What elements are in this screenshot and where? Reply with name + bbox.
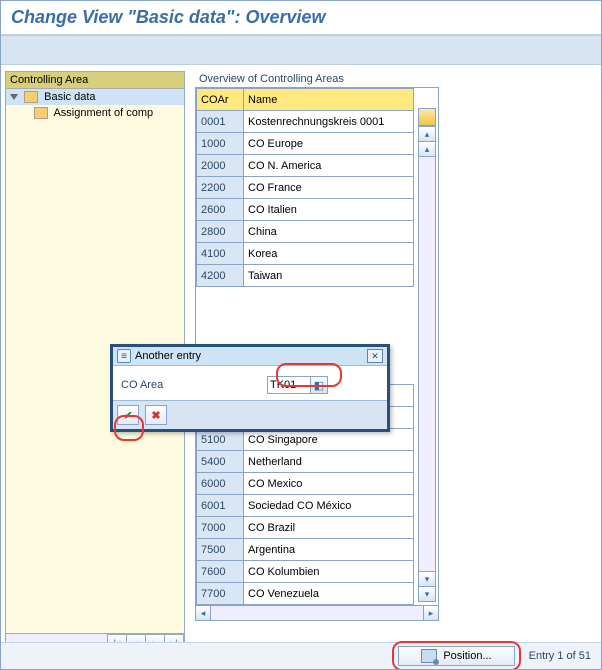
status-bar: Position... Entry 1 of 51 bbox=[1, 642, 601, 669]
cell-name[interactable]: Netherland bbox=[244, 451, 414, 473]
value-help-icon[interactable]: ◧ bbox=[310, 377, 327, 393]
co-area-input[interactable] bbox=[268, 378, 310, 392]
cell-name[interactable]: CO Europe bbox=[244, 133, 414, 155]
table-row[interactable]: 5400Netherland bbox=[197, 451, 414, 473]
cell-code[interactable]: 1000 bbox=[197, 133, 244, 155]
tree-node-label: Assignment of comp bbox=[53, 107, 153, 119]
scroll-down-button[interactable]: ▾ bbox=[419, 571, 435, 586]
cell-code[interactable]: 7500 bbox=[197, 539, 244, 561]
tree-node-assignment[interactable]: Assignment of comp bbox=[6, 105, 184, 121]
tree-node-basic-data[interactable]: Basic data bbox=[6, 89, 184, 105]
position-button-label: Position... bbox=[443, 650, 491, 662]
list-caption: Overview of Controlling Areas bbox=[195, 71, 439, 87]
table-row[interactable]: 7000CO Brazil bbox=[197, 517, 414, 539]
dialog-menu-icon[interactable]: ≡ bbox=[117, 349, 131, 363]
cell-code[interactable]: 2800 bbox=[197, 221, 244, 243]
scroll-right-button[interactable]: ▸ bbox=[423, 606, 438, 620]
page-title: Change View "Basic data": Overview bbox=[1, 1, 601, 35]
table-row[interactable]: 4200Taiwan bbox=[197, 265, 414, 287]
scroll-down-button[interactable]: ▾ bbox=[419, 586, 435, 601]
cross-icon: ✖ bbox=[151, 409, 160, 422]
entry-counter: Entry 1 of 51 bbox=[529, 650, 591, 662]
table-row[interactable]: 7700CO Venezuela bbox=[197, 583, 414, 605]
cell-code[interactable]: 7600 bbox=[197, 561, 244, 583]
cell-name[interactable]: Sociedad CO México bbox=[244, 495, 414, 517]
cell-name[interactable]: CO Brazil bbox=[244, 517, 414, 539]
cell-code[interactable]: 2600 bbox=[197, 199, 244, 221]
cell-name[interactable]: Taiwan bbox=[244, 265, 414, 287]
column-header-name[interactable]: Name bbox=[244, 89, 414, 111]
co-area-field-wrapper: ◧ bbox=[267, 376, 328, 394]
cell-name[interactable]: CO Venezuela bbox=[244, 583, 414, 605]
table-row[interactable]: 4100Korea bbox=[197, 243, 414, 265]
cell-name[interactable]: China bbox=[244, 221, 414, 243]
table-row[interactable]: 0001Kostenrechnungskreis 0001 bbox=[197, 111, 414, 133]
table-row[interactable]: 7600CO Kolumbien bbox=[197, 561, 414, 583]
cell-code[interactable]: 6000 bbox=[197, 473, 244, 495]
position-icon bbox=[421, 649, 437, 663]
checkmark-icon: ✔ bbox=[123, 409, 132, 422]
cell-name[interactable]: Kostenrechnungskreis 0001 bbox=[244, 111, 414, 133]
application-toolbar bbox=[1, 35, 601, 65]
cancel-button[interactable]: ✖ bbox=[145, 405, 167, 425]
cell-code[interactable]: 4100 bbox=[197, 243, 244, 265]
cell-code[interactable]: 4200 bbox=[197, 265, 244, 287]
cell-code[interactable]: 6001 bbox=[197, 495, 244, 517]
table-row[interactable]: 7500Argentina bbox=[197, 539, 414, 561]
cell-name[interactable]: CO Mexico bbox=[244, 473, 414, 495]
cell-name[interactable]: Argentina bbox=[244, 539, 414, 561]
vertical-scrollbar[interactable]: ▴ ▴ ▾ ▾ bbox=[418, 126, 436, 602]
table-row[interactable]: 6000CO Mexico bbox=[197, 473, 414, 495]
dialog-title: Another entry bbox=[135, 350, 201, 362]
tree-node-label: Basic data bbox=[44, 91, 95, 103]
column-header-code[interactable]: COAr bbox=[197, 89, 244, 111]
cell-code[interactable]: 7000 bbox=[197, 517, 244, 539]
column-config-button[interactable] bbox=[418, 108, 436, 126]
table-row[interactable]: 1000CO Europe bbox=[197, 133, 414, 155]
expand-icon[interactable] bbox=[10, 94, 18, 100]
close-icon[interactable]: ✕ bbox=[367, 349, 383, 363]
dialog-titlebar: ≡ Another entry ✕ bbox=[113, 347, 387, 366]
cell-code[interactable]: 0001 bbox=[197, 111, 244, 133]
cell-name[interactable]: CO N. America bbox=[244, 155, 414, 177]
cell-name[interactable]: CO Kolumbien bbox=[244, 561, 414, 583]
scroll-up-button[interactable]: ▴ bbox=[419, 127, 435, 142]
table-row[interactable]: 6001Sociedad CO México bbox=[197, 495, 414, 517]
confirm-button[interactable]: ✔ bbox=[117, 405, 139, 425]
cell-name[interactable]: Korea bbox=[244, 243, 414, 265]
folder-icon bbox=[34, 107, 48, 119]
scroll-up-button[interactable]: ▴ bbox=[419, 142, 435, 157]
table-header-row: COAr Name bbox=[197, 89, 414, 111]
cell-code[interactable]: 2000 bbox=[197, 155, 244, 177]
tree-header: Controlling Area bbox=[6, 72, 184, 89]
cell-code[interactable]: 7700 bbox=[197, 583, 244, 605]
dialog-footer: ✔ ✖ bbox=[113, 400, 387, 429]
co-area-label: CO Area bbox=[121, 379, 261, 391]
cell-code[interactable]: 2200 bbox=[197, 177, 244, 199]
table-row[interactable]: 2000CO N. America bbox=[197, 155, 414, 177]
cell-name[interactable]: CO France bbox=[244, 177, 414, 199]
cell-code[interactable]: 5400 bbox=[197, 451, 244, 473]
position-button[interactable]: Position... bbox=[398, 646, 514, 666]
another-entry-dialog: ≡ Another entry ✕ CO Area ◧ ✔ bbox=[110, 344, 390, 432]
scroll-left-button[interactable]: ◂ bbox=[196, 606, 211, 620]
table-row[interactable]: 2600CO Italien bbox=[197, 199, 414, 221]
cell-name[interactable]: CO Italien bbox=[244, 199, 414, 221]
horizontal-scrollbar[interactable]: ◂ ▸ bbox=[196, 605, 438, 620]
table-row[interactable]: 2200CO France bbox=[197, 177, 414, 199]
folder-open-icon bbox=[24, 91, 38, 103]
table-row[interactable]: 2800China bbox=[197, 221, 414, 243]
